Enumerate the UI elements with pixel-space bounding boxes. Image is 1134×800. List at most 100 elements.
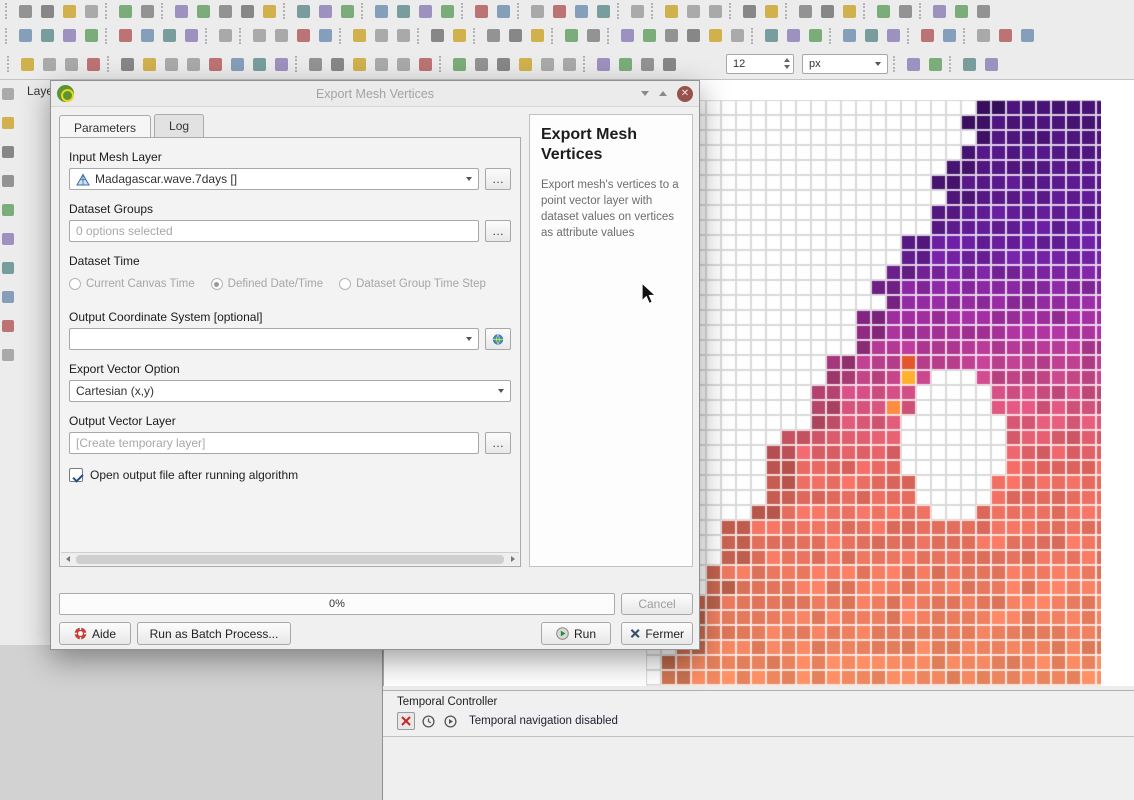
- spin-up-icon[interactable]: [784, 58, 790, 62]
- toolbar-icon[interactable]: [682, 26, 704, 46]
- fixed-range-clock-button[interactable]: [419, 712, 437, 730]
- toolbar-icon[interactable]: [636, 54, 658, 74]
- toolbar-icon[interactable]: [526, 26, 548, 46]
- toolbar-icon[interactable]: [36, 26, 58, 46]
- toolbar-icon[interactable]: [938, 26, 960, 46]
- panel-toolbar-icon[interactable]: [2, 204, 14, 216]
- panel-toolbar-icon[interactable]: [2, 117, 14, 129]
- toolbar-icon[interactable]: [726, 26, 748, 46]
- toolbar-icon[interactable]: [972, 26, 994, 46]
- toolbar-icon[interactable]: [448, 26, 470, 46]
- toolbar-icon[interactable]: [292, 1, 314, 21]
- fermer-button[interactable]: Fermer: [621, 622, 693, 645]
- toolbar-icon[interactable]: [270, 54, 292, 74]
- toolbar-icon[interactable]: [894, 1, 916, 21]
- toolbar-icon[interactable]: [370, 54, 392, 74]
- symbol-units-dropdown[interactable]: px: [802, 54, 888, 74]
- toolbar-icon[interactable]: [660, 26, 682, 46]
- toolbar-icon[interactable]: [760, 26, 782, 46]
- toolbar-icon[interactable]: [950, 1, 972, 21]
- toolbar-icon[interactable]: [592, 54, 614, 74]
- dataset-groups-browse-button[interactable]: …: [485, 220, 511, 242]
- export-vector-option-dropdown[interactable]: Cartesian (x,y): [69, 380, 511, 402]
- toolbar-icon[interactable]: [626, 1, 648, 21]
- toolbar-icon[interactable]: [160, 54, 182, 74]
- toolbar-icon[interactable]: [838, 1, 860, 21]
- select-crs-button[interactable]: [485, 328, 511, 350]
- toolbar-icon[interactable]: [236, 1, 258, 21]
- toolbar-icon[interactable]: [558, 54, 580, 74]
- toolbar-icon[interactable]: [804, 26, 826, 46]
- panel-toolbar-icon[interactable]: [2, 291, 14, 303]
- toolbar-icon[interactable]: [782, 26, 804, 46]
- scrollbar-thumb[interactable]: [76, 555, 504, 564]
- toolbar-icon[interactable]: [314, 26, 336, 46]
- scroll-right-icon[interactable]: [506, 553, 519, 565]
- toolbar-icon[interactable]: [204, 54, 226, 74]
- toolbar-icon[interactable]: [448, 54, 470, 74]
- toolbar-icon[interactable]: [470, 54, 492, 74]
- toolbar-icon[interactable]: [326, 54, 348, 74]
- toolbar-icon[interactable]: [526, 1, 548, 21]
- toolbar-icon[interactable]: [116, 54, 138, 74]
- toolbar-icon[interactable]: [972, 1, 994, 21]
- toolbar-icon[interactable]: [58, 26, 80, 46]
- toolbar-icon[interactable]: [258, 1, 280, 21]
- toolbar-icon[interactable]: [582, 26, 604, 46]
- toolbar-icon[interactable]: [660, 1, 682, 21]
- panel-toolbar-icon[interactable]: [2, 262, 14, 274]
- toolbar-icon[interactable]: [138, 54, 160, 74]
- toolbar-icon[interactable]: [136, 26, 158, 46]
- dataset-groups-field[interactable]: 0 options selected: [69, 220, 479, 242]
- animated-navigation-button[interactable]: [441, 712, 459, 730]
- radio-current-canvas-time[interactable]: Current Canvas Time: [69, 278, 195, 290]
- toolbar-icon[interactable]: [614, 54, 636, 74]
- radio-defined-date-time[interactable]: Defined Date/Time: [211, 278, 323, 290]
- toolbar-icon[interactable]: [370, 26, 392, 46]
- toolbar-icon[interactable]: [882, 26, 904, 46]
- toolbar-icon[interactable]: [902, 54, 924, 74]
- toolbar-icon[interactable]: [392, 54, 414, 74]
- toolbar-icon[interactable]: [314, 1, 336, 21]
- toolbar-icon[interactable]: [704, 26, 726, 46]
- toolbar-icon[interactable]: [304, 54, 326, 74]
- toolbar-icon[interactable]: [114, 26, 136, 46]
- input-mesh-layer-dropdown[interactable]: Madagascar.wave.7days []: [69, 168, 479, 190]
- dialog-titlebar[interactable]: Export Mesh Vertices ✕: [51, 81, 699, 107]
- close-button[interactable]: ✕: [677, 86, 693, 102]
- toolbar-icon[interactable]: [392, 1, 414, 21]
- toolbar-icon[interactable]: [958, 54, 980, 74]
- toolbar-icon[interactable]: [16, 54, 38, 74]
- toolbar-icon[interactable]: [794, 1, 816, 21]
- toolbar-icon[interactable]: [514, 54, 536, 74]
- help-button[interactable]: Aide: [59, 622, 131, 645]
- run-as-batch-button[interactable]: Run as Batch Process...: [137, 622, 291, 645]
- toolbar-icon[interactable]: [682, 1, 704, 21]
- spin-down-icon[interactable]: [784, 65, 790, 69]
- toolbar-icon[interactable]: [336, 1, 358, 21]
- toolbar-icon[interactable]: [348, 54, 370, 74]
- toolbar-icon[interactable]: [482, 26, 504, 46]
- temporal-disabled-button[interactable]: [397, 712, 415, 730]
- toolbar-icon[interactable]: [14, 1, 36, 21]
- panel-toolbar-icon[interactable]: [2, 146, 14, 158]
- output-vector-layer-field[interactable]: [Create temporary layer]: [69, 432, 479, 454]
- toolbar-icon[interactable]: [214, 26, 236, 46]
- window-shade-up-icon[interactable]: [659, 91, 667, 96]
- toolbar-icon[interactable]: [924, 54, 946, 74]
- toolbar-icon[interactable]: [82, 54, 104, 74]
- toolbar-icon[interactable]: [536, 54, 558, 74]
- toolbar-icon[interactable]: [226, 54, 248, 74]
- toolbar-icon[interactable]: [548, 1, 570, 21]
- symbol-size-spinner[interactable]: 12: [726, 54, 794, 74]
- toolbar-icon[interactable]: [348, 26, 370, 46]
- toolbar-icon[interactable]: [738, 1, 760, 21]
- toolbar-icon[interactable]: [114, 1, 136, 21]
- toolbar-icon[interactable]: [872, 1, 894, 21]
- toolbar-icon[interactable]: [136, 1, 158, 21]
- toolbar-icon[interactable]: [414, 1, 436, 21]
- toolbar-icon[interactable]: [158, 26, 180, 46]
- toolbar-icon[interactable]: [760, 1, 782, 21]
- toolbar-icon[interactable]: [616, 26, 638, 46]
- toolbar-icon[interactable]: [38, 54, 60, 74]
